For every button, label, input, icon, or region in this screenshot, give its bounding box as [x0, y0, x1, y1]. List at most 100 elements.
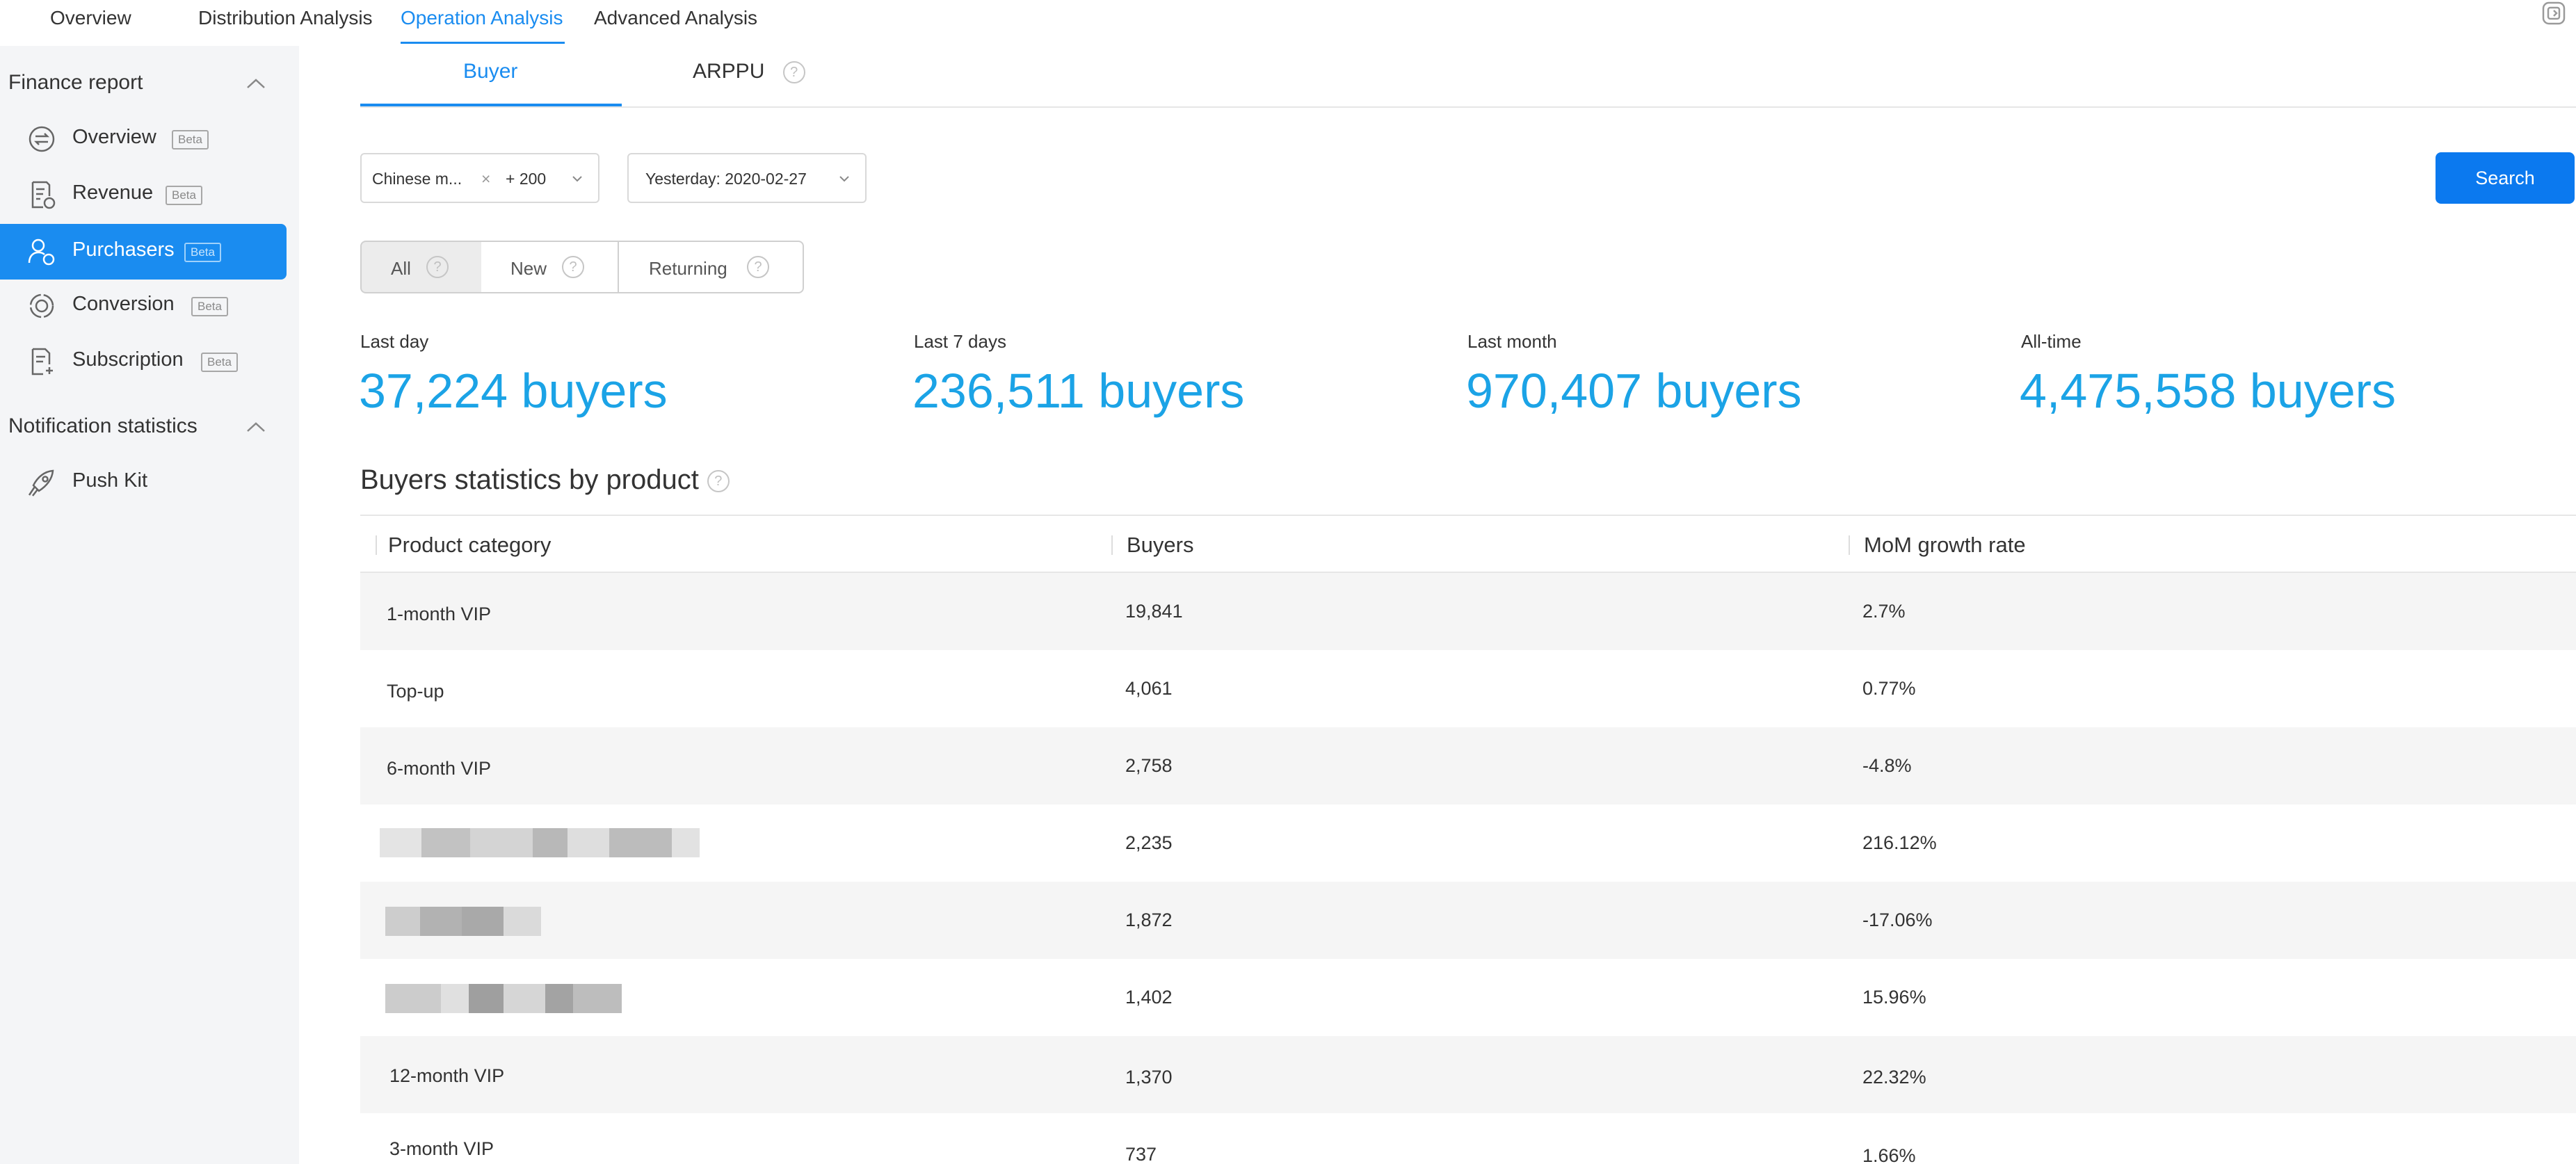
- cell-buyers: 19,841: [1125, 601, 1183, 622]
- segment-label: All: [391, 258, 411, 279]
- table-row[interactable]: 2,235 216.12%: [360, 805, 2576, 882]
- table-title: Buyers statistics by product?: [360, 464, 730, 496]
- help-icon[interactable]: ?: [707, 470, 730, 493]
- sidebar-item-label: Overview: [72, 126, 156, 148]
- segment-label: New: [510, 258, 547, 279]
- sidebar-item-label: Purchasers: [72, 239, 175, 261]
- cell-product: 6-month VIP: [387, 758, 492, 779]
- sidebar-item-push-kit[interactable]: Push Kit: [0, 455, 287, 510]
- column-header-product-category[interactable]: Product category: [388, 533, 551, 558]
- table-row[interactable]: Top-up 4,061 0.77%: [360, 650, 2576, 727]
- sidebar-group-finance-report[interactable]: Finance report: [8, 71, 143, 95]
- cell-growth: 2.7%: [1862, 601, 1906, 622]
- more-count-tag: + 200: [506, 170, 547, 188]
- table-row[interactable]: 1,402 15.96%: [360, 959, 2576, 1036]
- country-selected-value: Chinese m...: [372, 170, 462, 188]
- cell-growth: -17.06%: [1862, 910, 1933, 930]
- segment-label: Returning: [649, 258, 727, 279]
- date-value: Yesterday: 2020-02-27: [645, 170, 807, 188]
- conversion-icon: [29, 293, 54, 318]
- help-icon[interactable]: ?: [426, 256, 449, 278]
- sidebar-item-revenue[interactable]: Revenue Beta: [0, 167, 287, 223]
- table-row[interactable]: 1-month VIP 19,841 2.7%: [360, 573, 2576, 650]
- revenue-document-icon: [31, 181, 56, 209]
- stat-label-all-time: All-time: [2021, 331, 2082, 352]
- help-icon[interactable]: ?: [782, 61, 805, 84]
- cell-product: 12-month VIP: [389, 1065, 505, 1086]
- cell-product: Top-up: [387, 681, 444, 702]
- cell-growth: 15.96%: [1862, 987, 1926, 1008]
- segment-all[interactable]: All ?: [360, 241, 483, 293]
- sidebar: Finance report Overview Beta Revenue Bet…: [0, 46, 299, 1164]
- table-title-text: Buyers statistics by product: [360, 464, 699, 495]
- redacted-product-name: [380, 828, 700, 857]
- stat-value-all-time: 4,475,558 buyers: [2020, 364, 2396, 418]
- chevron-up-icon[interactable]: [243, 419, 268, 435]
- cell-buyers: 2,235: [1125, 832, 1173, 853]
- tab-operation-analysis[interactable]: Operation Analysis: [401, 7, 563, 29]
- cell-buyers: 737: [1125, 1144, 1157, 1164]
- tab-distribution-analysis[interactable]: Distribution Analysis: [198, 7, 373, 29]
- subscription-icon: [31, 348, 53, 375]
- cell-growth: 22.32%: [1862, 1067, 1926, 1088]
- subtab-label: ARPPU: [693, 60, 765, 83]
- tab-advanced-analysis[interactable]: Advanced Analysis: [594, 7, 757, 29]
- country-multiselect[interactable]: Chinese m... × + 200: [360, 153, 599, 203]
- sidebar-group-notification-statistics[interactable]: Notification statistics: [8, 414, 198, 438]
- sidebar-item-subscription[interactable]: Subscription Beta: [0, 334, 287, 389]
- redacted-product-name: [385, 907, 541, 936]
- column-separator: [1111, 535, 1113, 555]
- cell-growth: 0.77%: [1862, 678, 1916, 699]
- beta-badge: Beta: [201, 353, 238, 372]
- column-header-mom-growth-rate[interactable]: MoM growth rate: [1864, 533, 2026, 558]
- table-row[interactable]: 3-month VIP 737 1.66%: [360, 1113, 2576, 1164]
- help-icon[interactable]: ?: [747, 256, 769, 278]
- segment-returning[interactable]: Returning ?: [618, 241, 804, 293]
- cell-growth: 216.12%: [1862, 832, 1937, 853]
- sidebar-item-label: Conversion: [72, 293, 175, 315]
- tab-overview[interactable]: Overview: [50, 7, 131, 29]
- chevron-up-icon[interactable]: [243, 75, 268, 92]
- cell-growth: -4.8%: [1862, 755, 1912, 776]
- purchaser-icon: [28, 239, 55, 266]
- table-row[interactable]: 1,872 -17.06%: [360, 882, 2576, 959]
- sidebar-item-conversion[interactable]: Conversion Beta: [0, 278, 287, 334]
- active-tab-indicator: [401, 42, 565, 44]
- stat-label-last-month: Last month: [1467, 331, 1557, 352]
- cell-buyers: 2,758: [1125, 755, 1173, 776]
- chevron-down-icon: [839, 176, 849, 182]
- beta-badge: Beta: [166, 186, 202, 205]
- column-header-buyers[interactable]: Buyers: [1127, 533, 1193, 558]
- sidebar-item-overview[interactable]: Overview Beta: [0, 111, 287, 167]
- date-picker[interactable]: Yesterday: 2020-02-27: [627, 153, 867, 203]
- column-separator: [376, 535, 377, 555]
- search-button[interactable]: Search: [2436, 152, 2575, 204]
- stat-label-last-7-days: Last 7 days: [914, 331, 1006, 352]
- sidebar-item-label: Revenue: [72, 181, 154, 204]
- sidebar-item-label: Push Kit: [72, 469, 147, 492]
- cell-product: 1-month VIP: [387, 604, 492, 624]
- subtab-buyer[interactable]: Buyer: [463, 60, 517, 83]
- stat-value-last-day: 37,224 buyers: [359, 364, 668, 418]
- exit-fullscreen-icon[interactable]: [2539, 0, 2568, 28]
- cell-buyers: 4,061: [1125, 678, 1173, 699]
- table-row[interactable]: 6-month VIP 2,758 -4.8%: [360, 727, 2576, 805]
- beta-badge: Beta: [191, 297, 228, 316]
- remove-tag-icon[interactable]: ×: [481, 170, 490, 188]
- cell-buyers: 1,872: [1125, 910, 1173, 930]
- beta-badge: Beta: [184, 243, 221, 262]
- cell-growth: 1.66%: [1862, 1145, 1916, 1164]
- table-row[interactable]: 12-month VIP 1,370 22.32%: [360, 1036, 2576, 1113]
- stat-value-last-month: 970,407 buyers: [1466, 364, 1802, 418]
- segment-new[interactable]: New ?: [481, 241, 619, 293]
- stat-label-last-day: Last day: [360, 331, 429, 352]
- subtab-arppu[interactable]: ARPPU ?: [693, 60, 805, 84]
- subtab-divider: [360, 106, 2576, 108]
- sidebar-item-purchasers[interactable]: Purchasers Beta: [0, 224, 287, 280]
- sidebar-item-label: Subscription: [72, 348, 184, 371]
- cell-buyers: 1,370: [1125, 1067, 1173, 1088]
- beta-badge: Beta: [172, 130, 209, 149]
- column-separator: [1849, 535, 1850, 555]
- help-icon[interactable]: ?: [562, 256, 584, 278]
- rocket-icon: [28, 469, 54, 496]
